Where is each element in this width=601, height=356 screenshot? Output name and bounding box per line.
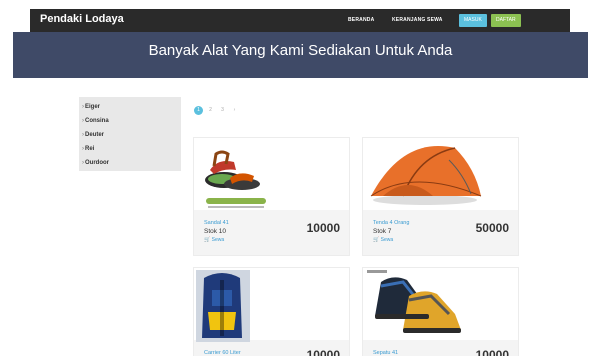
next-page-button[interactable]: › [230,106,239,115]
cart-icon: 🛒 [204,237,211,243]
category-label: Consina [85,118,109,124]
sewa-link[interactable]: 🛒 Sewa [204,237,224,243]
sewa-label: Sewa [380,237,394,243]
chevron-right-icon: › [82,132,84,138]
hero-title: Banyak Alat Yang Kami Sediakan Untuk And… [148,42,453,59]
product-price: 10000 [475,348,509,356]
category-item-ourdoor[interactable]: ›Ourdoor [79,156,181,170]
product-card: Carrier 60 Liter 10000 [193,267,350,356]
backpack-image[interactable] [194,268,349,342]
product-price: 50000 [475,221,509,235]
page-1-button[interactable]: 1 [194,106,203,115]
sewa-link[interactable]: 🛒 Sewa [373,237,393,243]
chevron-right-icon: › [82,146,84,152]
chevron-right-icon: › [82,104,84,110]
category-item-eiger[interactable]: ›Eiger [79,100,181,114]
category-item-consina[interactable]: ›Consina [79,114,181,128]
product-name[interactable]: Tenda 4 Orang [373,220,409,226]
product-name[interactable]: Sandal 41 [204,220,229,226]
tent-image[interactable] [363,138,518,210]
category-sidebar: ›Eiger ›Consina ›Deuter ›Rei ›Ourdoor [79,97,181,171]
category-item-deuter[interactable]: ›Deuter [79,128,181,142]
product-name[interactable]: Sepatu 41 [373,350,398,356]
product-card: Sandal 41 Stok 10 🛒 Sewa 10000 [193,137,350,256]
chevron-right-icon: › [82,160,84,166]
chevron-right-icon: › [82,118,84,124]
product-card: Tenda 4 Orang Stok 7 🛒 Sewa 50000 [362,137,519,256]
masuk-button[interactable]: MASUK [459,14,487,27]
cart-icon: 🛒 [373,237,380,243]
product-stock: Stok 7 [373,228,392,235]
product-price: 10000 [306,348,340,356]
nav-keranjang-sewa[interactable]: KERANJANG SEWA [392,17,443,23]
product-name[interactable]: Carrier 60 Liter [204,350,241,356]
boots-image[interactable] [363,268,518,340]
product-stock: Stok 10 [204,228,227,235]
category-item-rei[interactable]: ›Rei [79,142,181,156]
sandal-image[interactable] [194,138,349,210]
page-2-button[interactable]: 2 [206,106,215,115]
hero-banner: Banyak Alat Yang Kami Sediakan Untuk And… [13,32,588,78]
category-label: Ourdoor [85,160,109,166]
category-label: Deuter [85,132,105,138]
product-card: Sepatu 41 10000 [362,267,519,356]
product-price: 10000 [306,221,340,235]
sewa-label: Sewa [211,237,225,243]
nav-beranda[interactable]: BERANDA [348,17,374,23]
category-label: Eiger [85,104,101,110]
daftar-button[interactable]: DAFTAR [491,14,521,27]
page-3-button[interactable]: 3 [218,106,227,115]
brand-logo[interactable]: Pendaki Lodaya [40,13,124,25]
category-label: Rei [85,146,95,152]
top-navbar: Pendaki Lodaya BERANDA KERANJANG SEWA MA… [30,9,570,32]
